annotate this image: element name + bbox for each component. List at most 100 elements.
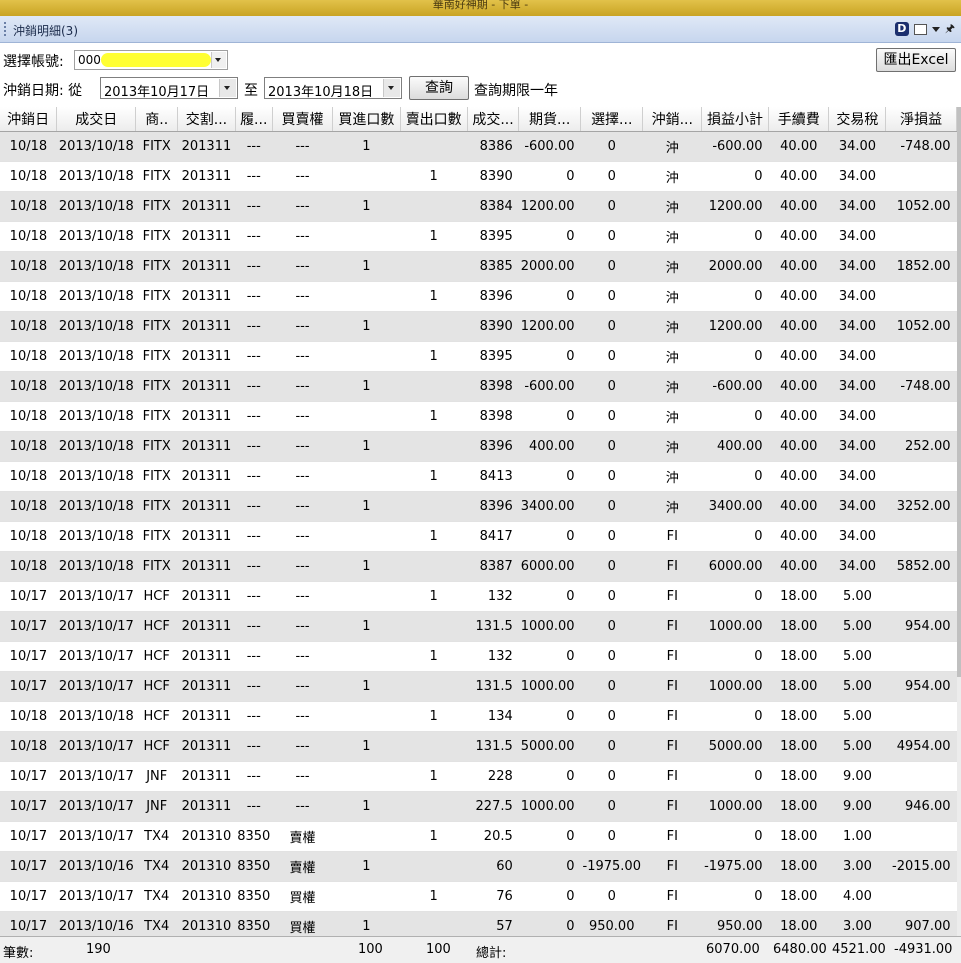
- window-icon[interactable]: [913, 23, 927, 35]
- pin-icon[interactable]: 🖈: [945, 20, 955, 39]
- table-row[interactable]: 10/17 2013/10/17 HCF 201311 --- --- 1 132 0 0 FI 0 1…: [0, 641, 957, 672]
- table-row[interactable]: 10/18 2013/10/18 FITX 201311 --- --- 1 8395 0 0 沖 0…: [0, 221, 957, 252]
- table-cell: 18.00: [768, 881, 829, 912]
- table-cell: [400, 551, 468, 582]
- query-button[interactable]: 查詢: [409, 76, 469, 100]
- table-row[interactable]: 10/18 2013/10/17 HCF 201311 --- --- 1 131.5 5000…: [0, 731, 957, 762]
- table-row[interactable]: 10/18 2013/10/18 FITX 201311 --- --- 1 8395 0 0 沖 0…: [0, 341, 957, 372]
- vertical-scrollbar[interactable]: [957, 107, 961, 936]
- table-cell: [400, 491, 468, 522]
- table-row[interactable]: 10/17 2013/10/17 HCF 201311 --- --- 1 131.5 1000…: [0, 671, 957, 702]
- column-header[interactable]: 交易稅: [828, 107, 887, 132]
- column-header[interactable]: 買進口數: [332, 107, 401, 132]
- table-cell: FITX: [135, 521, 178, 552]
- table-row[interactable]: 10/17 2013/10/17 JNF 201311 --- --- 1 228 0 0 FI 0 1…: [0, 761, 957, 792]
- table-cell: 1: [400, 341, 468, 372]
- column-header[interactable]: 商..: [135, 107, 179, 132]
- table-row[interactable]: 10/17 2013/10/17 TX4 201310 8350 買權 1 76 0 0 FI 0 18…: [0, 881, 957, 912]
- column-header[interactable]: 成交日: [56, 107, 137, 132]
- table-cell: 2013/10/18: [56, 401, 136, 432]
- table-row[interactable]: 10/18 2013/10/18 FITX 201311 --- --- 1 8398 -600…: [0, 371, 957, 402]
- table-cell: FI: [642, 581, 702, 612]
- table-cell: ---: [235, 551, 273, 582]
- table-cell: ---: [235, 491, 273, 522]
- table-row[interactable]: 10/17 2013/10/17 TX4 201310 8350 賣權 1 20.5 0 0 FI 0…: [0, 821, 957, 852]
- table-row[interactable]: 10/18 2013/10/18 FITX 201311 --- --- 1 8417 0 0 FI…: [0, 521, 957, 552]
- drag-grip-icon[interactable]: [4, 22, 6, 36]
- table-row[interactable]: 10/18 2013/10/18 FITX 201311 --- --- 1 8396 3400…: [0, 491, 957, 522]
- table-cell: [885, 881, 957, 912]
- column-header[interactable]: 損益小計: [701, 107, 770, 132]
- column-header[interactable]: 期貨...: [518, 107, 582, 132]
- table-row[interactable]: 10/18 2013/10/18 FITX 201311 --- --- 1 8390 0 0 沖 0…: [0, 161, 957, 192]
- table-cell: 0: [580, 551, 643, 582]
- table-row[interactable]: 10/18 2013/10/18 FITX 201311 --- --- 1 8398 0 0 沖 0…: [0, 401, 957, 432]
- account-select[interactable]: 000-: [74, 50, 228, 70]
- d-logo-icon[interactable]: D: [894, 22, 909, 36]
- table-cell: 10/18: [0, 491, 57, 522]
- table-cell: 2013/10/18: [56, 491, 136, 522]
- from-date-picker[interactable]: 2013年10月17日: [100, 77, 238, 100]
- table-cell: ---: [272, 341, 333, 372]
- table-cell: 40.00: [768, 311, 829, 342]
- table-cell: 2013/10/17: [56, 761, 136, 792]
- column-header[interactable]: 手續費: [768, 107, 830, 132]
- column-header[interactable]: 買賣權: [272, 107, 334, 132]
- table-row[interactable]: 10/18 2013/10/18 FITX 201311 --- --- 1 8413 0 0 沖 0…: [0, 461, 957, 492]
- column-header[interactable]: 成交...: [467, 107, 520, 132]
- table-row[interactable]: 10/18 2013/10/18 FITX 201311 --- --- 1 8387 6000…: [0, 551, 957, 582]
- table-cell: [400, 251, 468, 282]
- table-cell: 10/18: [0, 551, 57, 582]
- table-cell: 1000.00: [701, 791, 769, 822]
- table-cell: HCF: [135, 731, 178, 762]
- column-header[interactable]: 履...: [235, 107, 273, 132]
- table-row[interactable]: 10/18 2013/10/18 FITX 201311 --- --- 1 8390 1200…: [0, 311, 957, 342]
- table-row[interactable]: 10/18 2013/10/18 HCF 201311 --- --- 1 134 0 0 FI 0 1…: [0, 701, 957, 732]
- table-cell: 買權: [272, 911, 333, 936]
- table-row[interactable]: 10/18 2013/10/18 FITX 201311 --- --- 1 8385 2000…: [0, 251, 957, 282]
- table-cell: 10/17: [0, 641, 57, 672]
- export-excel-button[interactable]: 匯出Excel: [876, 48, 956, 72]
- table-row[interactable]: 10/17 2013/10/16 TX4 201310 8350 買權 1 57 0 950.00…: [0, 911, 957, 936]
- table-cell: 400.00: [518, 431, 581, 462]
- table-cell: 1: [332, 731, 401, 762]
- table-cell: 3400.00: [518, 491, 581, 522]
- to-date-dropdown-button[interactable]: [383, 79, 400, 97]
- dropdown-arrow-icon[interactable]: [931, 26, 940, 32]
- table-cell: 1: [400, 821, 468, 852]
- scrollbar-thumb[interactable]: [957, 107, 961, 677]
- account-dropdown-button[interactable]: [211, 52, 226, 68]
- from-date-dropdown-button[interactable]: [219, 79, 236, 97]
- table-cell: ---: [235, 401, 273, 432]
- table-cell: 0: [580, 191, 643, 222]
- table-row[interactable]: 10/17 2013/10/17 HCF 201311 --- --- 1 131.5 1000…: [0, 611, 957, 642]
- table-row[interactable]: 10/17 2013/10/16 TX4 201310 8350 賣權 1 60 0 -1975.…: [0, 851, 957, 882]
- column-header[interactable]: 選擇...: [580, 107, 644, 132]
- column-header[interactable]: 沖銷...: [642, 107, 703, 132]
- table-cell: 0: [701, 821, 769, 852]
- table-row[interactable]: 10/18 2013/10/18 FITX 201311 --- --- 1 8396 400.…: [0, 431, 957, 462]
- table-row[interactable]: 10/17 2013/10/17 HCF 201311 --- --- 1 132 0 0 FI 0 1…: [0, 581, 957, 612]
- table-row[interactable]: 10/17 2013/10/17 JNF 201311 --- --- 1 227.5 1000…: [0, 791, 957, 822]
- table-row[interactable]: 10/18 2013/10/18 FITX 201311 --- --- 1 8396 0 0 沖 0…: [0, 281, 957, 312]
- table-cell: 1: [400, 221, 468, 252]
- column-header[interactable]: 淨損益: [885, 107, 957, 132]
- table-row[interactable]: 10/18 2013/10/18 FITX 201311 --- --- 1 8384 1200…: [0, 191, 957, 222]
- table-cell: 34.00: [828, 551, 886, 582]
- table-cell: 0: [518, 161, 581, 192]
- chevron-down-icon: [215, 58, 221, 62]
- column-header[interactable]: 賣出口數: [400, 107, 468, 132]
- table-cell: 946.00: [885, 791, 957, 822]
- to-date-picker[interactable]: 2013年10月18日: [264, 77, 402, 100]
- table-cell: 8398: [467, 401, 519, 432]
- column-header[interactable]: 交割...: [177, 107, 236, 132]
- table-cell: 18.00: [768, 851, 829, 882]
- table-cell: 沖: [642, 251, 702, 282]
- column-header[interactable]: 沖銷日: [0, 107, 58, 132]
- table-cell: [332, 281, 401, 312]
- table-cell: 2013/10/17: [56, 731, 136, 762]
- table-cell: 1.00: [828, 821, 886, 852]
- table-cell: 40.00: [768, 431, 829, 462]
- table-cell: 1852.00: [885, 251, 957, 282]
- table-row[interactable]: 10/18 2013/10/18 FITX 201311 --- --- 1 8386 -600…: [0, 131, 957, 162]
